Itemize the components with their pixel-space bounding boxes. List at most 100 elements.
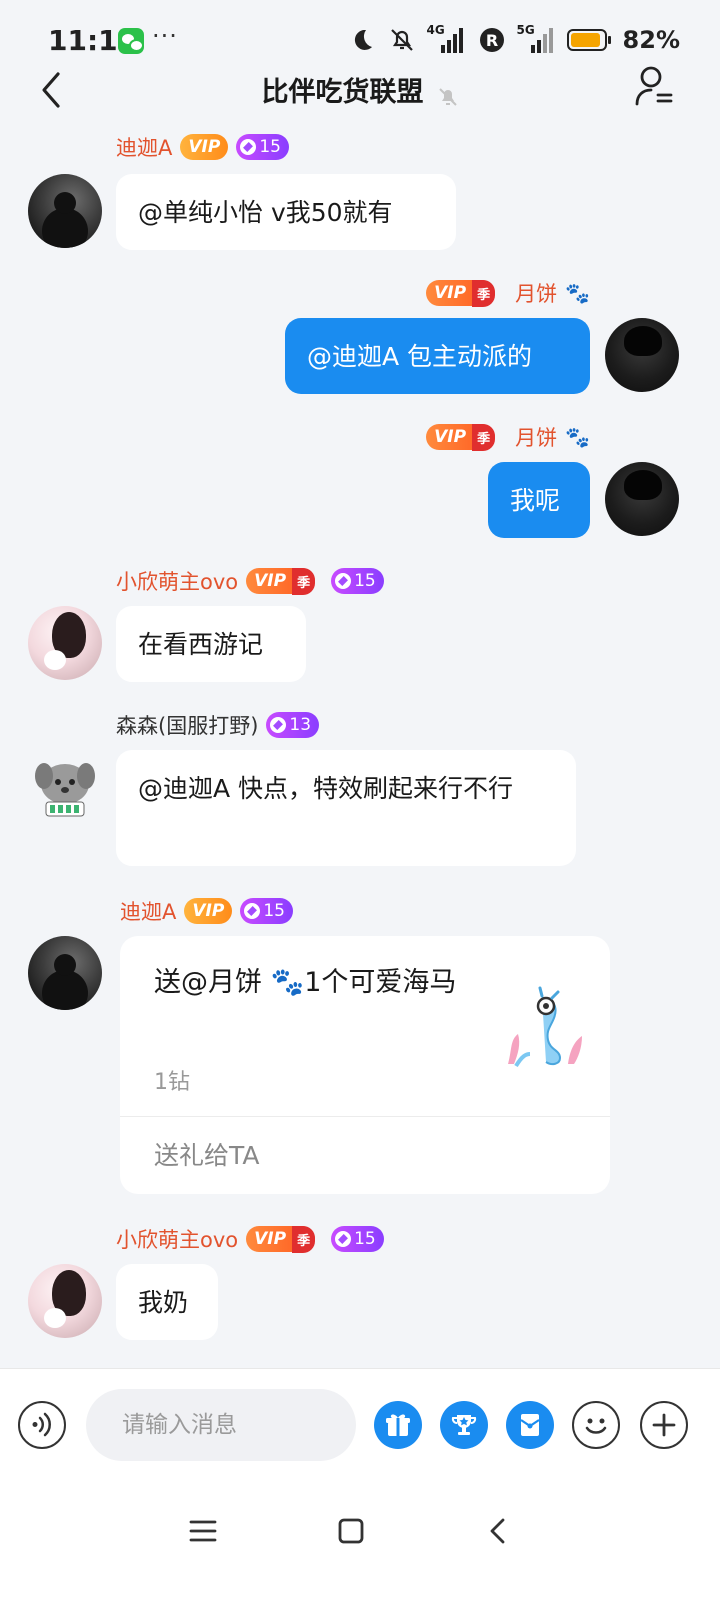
season-label: 季 <box>292 567 316 595</box>
sender-nickname[interactable]: 森森(国服打野) <box>116 710 258 740</box>
bell-off-icon <box>387 25 417 55</box>
system-nav-bar <box>0 1480 720 1600</box>
level-value: 15 <box>354 1229 376 1249</box>
sender-nickname[interactable]: 迪迦A <box>116 132 172 162</box>
plus-icon[interactable] <box>640 1401 688 1449</box>
message-text: @迪迦A 快点，特效刷起来行不行 <box>138 774 514 803</box>
vip-label: VIP <box>254 571 287 591</box>
level-badge: 15 <box>236 134 289 160</box>
message-text: 在看西游记 <box>138 630 264 659</box>
gift-card[interactable]: 送@月饼 🐾1个可爱海马 1钻 送礼给TA <box>120 936 610 1194</box>
level-value: 15 <box>259 137 281 157</box>
chat-message: VIP 季 月饼 🐾 我呢 <box>0 420 720 540</box>
network-label-2: 5G <box>516 23 535 37</box>
avatar[interactable] <box>605 318 679 392</box>
sender-info: 迪迦A VIP 15 <box>116 132 289 162</box>
red-packet-icon[interactable] <box>506 1401 554 1449</box>
page-title[interactable]: 比伴吃货联盟 <box>261 77 423 108</box>
battery-percent: 82% <box>622 26 680 54</box>
level-value: 15 <box>354 571 376 591</box>
message-bubble[interactable]: @迪迦A 快点，特效刷起来行不行 <box>116 750 576 866</box>
send-gift-link[interactable]: 送礼给TA <box>154 1136 259 1172</box>
chat-header: 比伴吃货联盟 <box>0 60 720 122</box>
sender-info: 小欣萌主ovo VIP 季 15 <box>116 566 384 596</box>
sender-nickname[interactable]: 迪迦A <box>120 896 176 926</box>
vip-label: VIP <box>192 901 225 921</box>
gift-text: 送@月饼 🐾1个可爱海马 <box>154 967 457 998</box>
level-badge: 15 <box>240 898 293 924</box>
svg-text:R: R <box>485 31 497 50</box>
paw-icon: 🐾 <box>565 425 590 449</box>
message-bubble[interactable]: @迪迦A 包主动派的 <box>285 318 590 394</box>
vip-badge: VIP 季 <box>246 567 316 595</box>
user-list-icon[interactable] <box>634 64 674 108</box>
chat-message: 迪迦A VIP 15 送@月饼 🐾1个可爱海马 1钻 送礼给TA <box>0 894 720 1194</box>
emoji-icon[interactable] <box>572 1401 620 1449</box>
diamond-icon <box>335 573 352 589</box>
chat-message: 森森(国服打野) 13 @迪迦A 快点，特效刷起来行不行 <box>0 708 720 868</box>
level-badge: 15 <box>331 568 384 594</box>
avatar[interactable] <box>605 462 679 536</box>
chat-message: 小欣萌主ovo VIP 季 15 我奶 <box>0 1222 720 1342</box>
avatar[interactable] <box>28 936 102 1010</box>
gift-cost: 1钻 <box>154 1070 190 1095</box>
paw-icon: 🐾 <box>565 281 590 305</box>
message-input[interactable] <box>86 1389 356 1461</box>
sender-nickname[interactable]: 月饼 <box>515 422 557 452</box>
sender-info: VIP 季 月饼 🐾 <box>426 422 590 452</box>
signal-4g-icon: 4G <box>426 23 467 55</box>
vip-badge: VIP <box>184 898 233 924</box>
message-bubble[interactable]: 我呢 <box>488 462 590 538</box>
level-badge: 13 <box>266 712 320 738</box>
chat-message: VIP 季 月饼 🐾 @迪迦A 包主动派的 <box>0 276 720 396</box>
bell-off-icon <box>437 86 459 108</box>
signal-5g-icon: 5G <box>516 23 557 55</box>
message-text: 我奶 <box>138 1288 189 1317</box>
sender-info: 小欣萌主ovo VIP 季 15 <box>116 1224 384 1254</box>
diamond-icon <box>270 717 287 733</box>
message-bubble[interactable]: @单纯小怡 v我50就有 <box>116 174 456 250</box>
message-text: @单纯小怡 v我50就有 <box>138 198 393 227</box>
voice-icon[interactable] <box>18 1401 66 1449</box>
avatar[interactable] <box>28 1264 102 1338</box>
network-label-1: 4G <box>426 23 445 37</box>
trophy-icon[interactable] <box>440 1401 488 1449</box>
home-icon[interactable] <box>326 1506 376 1556</box>
avatar[interactable] <box>28 606 102 680</box>
diamond-icon <box>335 1231 352 1247</box>
season-label: 季 <box>292 1225 316 1253</box>
vip-badge: VIP 季 <box>246 1225 316 1253</box>
vip-label: VIP <box>254 1229 287 1249</box>
season-label: 季 <box>472 279 496 307</box>
vip-badge: VIP <box>180 134 229 160</box>
level-badge: 15 <box>331 1226 384 1252</box>
level-value: 15 <box>263 901 285 921</box>
message-text: @迪迦A 包主动派的 <box>307 342 533 371</box>
avatar[interactable] <box>28 174 102 248</box>
sender-nickname[interactable]: 月饼 <box>515 278 557 308</box>
vip-label: VIP <box>434 427 467 447</box>
vip-badge: VIP 季 <box>426 279 496 307</box>
moon-icon <box>347 25 377 55</box>
message-bubble[interactable]: 我奶 <box>116 1264 218 1340</box>
input-bar <box>0 1368 720 1480</box>
menu-icon[interactable] <box>178 1506 228 1556</box>
diamond-icon <box>244 903 261 919</box>
divider <box>120 1116 610 1117</box>
status-icons: 4G R 5G 82% <box>347 22 680 58</box>
sender-info: 迪迦A VIP 15 <box>120 896 293 926</box>
sender-nickname[interactable]: 小欣萌主ovo <box>116 566 238 596</box>
vip-badge: VIP 季 <box>426 423 496 451</box>
battery-icon <box>566 25 613 55</box>
level-value: 13 <box>289 715 312 735</box>
sender-nickname[interactable]: 小欣萌主ovo <box>116 1224 238 1254</box>
more-notifications-icon: ··· <box>152 22 178 50</box>
gift-icon[interactable] <box>374 1401 422 1449</box>
avatar[interactable] <box>28 750 102 824</box>
message-bubble[interactable]: 在看西游记 <box>116 606 306 682</box>
chat-message: 迪迦A VIP 15 @单纯小怡 v我50就有 <box>0 130 720 250</box>
sender-info: VIP 季 月饼 🐾 <box>426 278 590 308</box>
seahorse-gift-icon <box>502 984 588 1070</box>
back-nav-icon[interactable] <box>474 1506 524 1556</box>
wechat-notification-icon <box>118 28 144 54</box>
